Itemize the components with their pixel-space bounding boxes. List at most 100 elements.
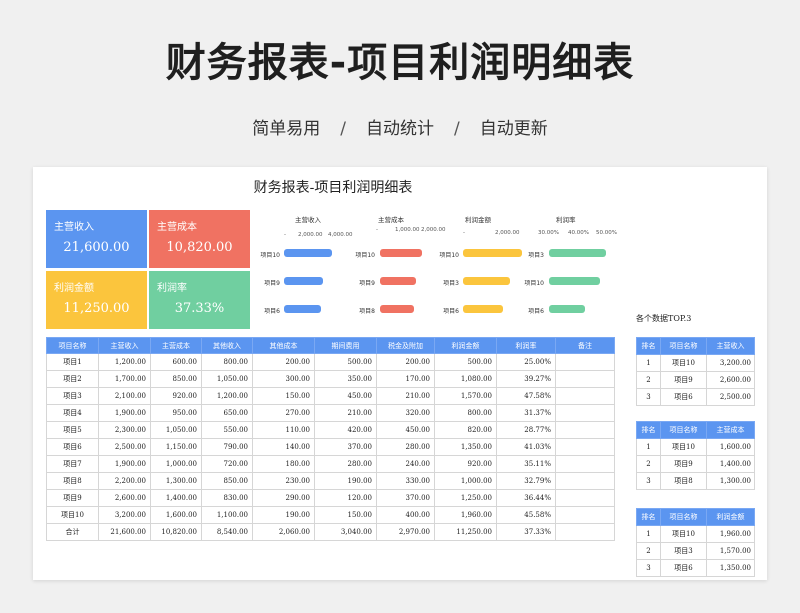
table-row: 3 项目6 1,350.00: [636, 559, 755, 577]
table-cell: 项目9: [660, 371, 707, 389]
table-cell: 1,900.00: [98, 404, 151, 422]
column-header: 利润率: [496, 337, 556, 354]
table-cell: 170.00: [376, 370, 435, 388]
table-cell: 1,400.00: [150, 489, 202, 507]
mini-chart-category: 项目9: [264, 280, 280, 287]
mini-chart-category: 项目6: [528, 308, 544, 315]
kpi-label: 主营成本: [157, 222, 197, 233]
table-cell: 190.00: [252, 506, 315, 524]
mini-chart-tick: 2,000.00: [495, 230, 520, 236]
table-cell: 850.00: [150, 370, 202, 388]
table-cell: 420.00: [314, 421, 377, 439]
top3-table: 排名 项目名称 主营成本 1 项目10 1,600.00 2 项目9 1,400.00 3 项目8 1…: [636, 421, 755, 490]
table-cell: 370.00: [314, 438, 377, 456]
table-cell: 820.00: [434, 421, 497, 439]
table-cell: 2,500.00: [706, 388, 755, 406]
table-cell: 1,900.00: [98, 455, 151, 473]
table-row: 2 项目3 1,570.00: [636, 542, 755, 560]
table-cell: 项目6: [660, 559, 707, 577]
table-cell: 1,700.00: [98, 370, 151, 388]
mini-chart-tick: -: [463, 230, 465, 236]
table-cell: 1,100.00: [201, 506, 253, 524]
table-row: 项目9 2,600.00 1,400.00 830.00 290.00 120.00 370…: [46, 489, 615, 507]
table-cell: 项目9: [660, 455, 707, 473]
table-row: 项目1 1,200.00 600.00 800.00 200.00 500.00 200.0…: [46, 353, 615, 371]
table-cell: [555, 489, 615, 507]
table-cell: 项目3: [46, 387, 99, 405]
mini-chart-category: 项目3: [528, 252, 544, 259]
mini-chart-tick: 1,000.00: [395, 227, 420, 233]
table-cell: 项目10: [660, 525, 707, 543]
table-cell: 项目6: [46, 438, 99, 456]
mini-chart-tick: 30.00%: [538, 230, 559, 236]
top3-title: 各个数据TOP.3: [636, 314, 692, 323]
table-cell: 720.00: [201, 455, 253, 473]
table-cell: 210.00: [376, 387, 435, 405]
table-cell: 1,570.00: [706, 542, 755, 560]
table-cell: 项目8: [660, 472, 707, 490]
table-cell: 8,540.00: [201, 523, 253, 541]
table-cell: 1: [636, 525, 661, 543]
mini-chart-title: 利润金额: [465, 216, 491, 224]
mini-chart-title: 主营成本: [378, 216, 404, 224]
table-cell: 2,600.00: [98, 489, 151, 507]
column-header: 排名: [636, 508, 661, 526]
table-cell: 3: [636, 388, 661, 406]
table-cell: 240.00: [376, 455, 435, 473]
table-cell: 39.27%: [496, 370, 556, 388]
mini-chart-category: 项目6: [443, 308, 459, 315]
tag-separator: /: [340, 119, 346, 139]
table-row: 3 项目8 1,300.00: [636, 472, 755, 490]
table-cell: 项目4: [46, 404, 99, 422]
table-cell: 280.00: [376, 438, 435, 456]
table-row: 项目6 2,500.00 1,150.00 790.00 140.00 370.00 280…: [46, 438, 615, 456]
mini-chart-category: 项目9: [359, 280, 375, 287]
feature-tag: 自动更新: [479, 119, 548, 139]
table-cell: 2,300.00: [98, 421, 151, 439]
column-header: 其他收入: [201, 337, 253, 354]
mini-chart-category: 项目10: [439, 252, 459, 259]
mini-chart-bar: [380, 249, 422, 257]
table-cell: 1,080.00: [434, 370, 497, 388]
table-cell: 2: [636, 455, 661, 473]
table-cell: 25.00%: [496, 353, 556, 371]
table-cell: 950.00: [150, 404, 202, 422]
table-cell: 290.00: [252, 489, 315, 507]
table-cell: 1,050.00: [150, 421, 202, 439]
mini-chart-category: 项目10: [355, 252, 375, 259]
page-title: 财务报表-项目利润明细表: [165, 40, 635, 86]
table-cell: 200.00: [252, 353, 315, 371]
table-cell: 800.00: [201, 353, 253, 371]
mini-chart-tick: 50.00%: [596, 230, 617, 236]
kpi-label: 利润金额: [54, 283, 94, 294]
kpi-value: 10,820.00: [166, 240, 233, 255]
column-header: 利润金额: [434, 337, 497, 354]
mini-chart-bar: [549, 305, 585, 313]
table-cell: 600.00: [150, 353, 202, 371]
kpi-card-revenue: 主营收入 21,600.00: [46, 210, 147, 268]
table-cell: 1,050.00: [201, 370, 253, 388]
table-cell: 2,200.00: [98, 472, 151, 490]
table-cell: 1,000.00: [150, 455, 202, 473]
mini-chart-tick: 2,000.00: [421, 227, 446, 233]
table-cell: 2,060.00: [252, 523, 315, 541]
table-cell: 550.00: [201, 421, 253, 439]
total-row: 合计 21,600.00 10,820.00 8,540.00 2,060.00 3,04…: [46, 523, 615, 541]
kpi-label: 主营收入: [54, 222, 94, 233]
tag-separator: /: [454, 119, 460, 139]
kpi-value: 21,600.00: [63, 240, 130, 255]
table-cell: 270.00: [252, 404, 315, 422]
table-cell: 1,570.00: [434, 387, 497, 405]
table-cell: 370.00: [376, 489, 435, 507]
column-header: 利润金额: [706, 508, 755, 526]
column-header: 税金及附加: [376, 337, 435, 354]
table-cell: 1,400.00: [706, 455, 755, 473]
table-cell: [555, 421, 615, 439]
table-cell: 41.03%: [496, 438, 556, 456]
feature-tag: 自动统计: [366, 119, 434, 139]
mini-chart-tick: -: [284, 232, 286, 238]
table-cell: [555, 370, 615, 388]
mini-chart-bar: [284, 277, 323, 285]
table-row: 2 项目9 1,400.00: [636, 455, 755, 473]
table-cell: 1,000.00: [434, 472, 497, 490]
